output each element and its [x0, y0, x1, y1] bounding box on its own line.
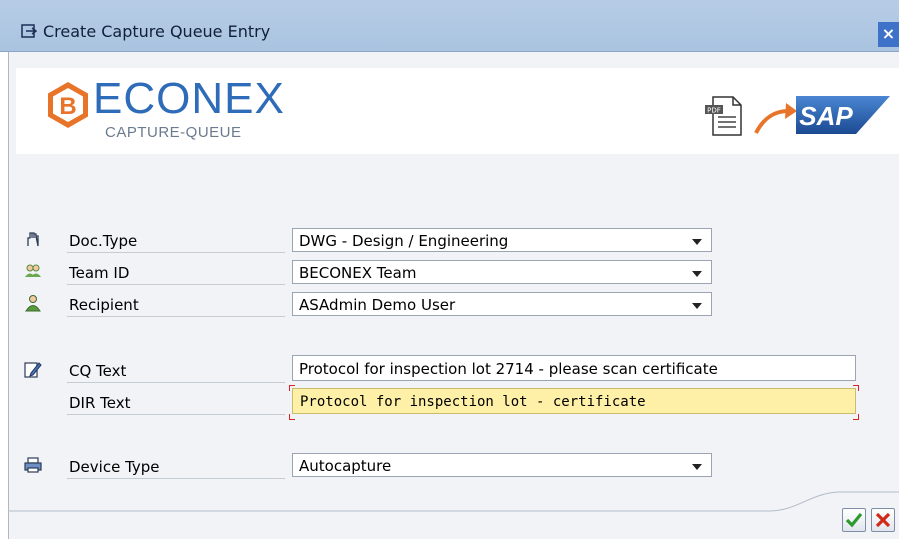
confirm-button[interactable]	[842, 508, 866, 532]
pdf-badge-label: PDF	[707, 107, 721, 115]
focus-corner	[853, 414, 859, 420]
label-divider	[67, 414, 285, 415]
close-button[interactable]: ×	[878, 22, 899, 47]
cq-text-value: Protocol for inspection lot 2714 - pleas…	[299, 360, 718, 378]
sap-logo-text: SAP	[799, 101, 853, 131]
user-icon	[25, 295, 41, 312]
team-id-dropdown[interactable]: BECONEX Team	[292, 260, 712, 284]
svg-text:B: B	[59, 93, 76, 120]
window-icon	[21, 24, 37, 38]
recipient-dropdown[interactable]: ASAdmin Demo User	[292, 292, 712, 316]
cancel-button[interactable]	[871, 508, 895, 532]
team-id-value: BECONEX Team	[299, 264, 417, 282]
pdf-document-icon: PDF	[705, 96, 742, 136]
checkmark-icon	[845, 512, 863, 528]
label-divider	[67, 284, 285, 285]
edit-icon	[24, 362, 42, 378]
dir-text-value: Protocol for inspection lot - certificat…	[300, 394, 646, 410]
dir-text-field: Protocol for inspection lot - certificat…	[292, 388, 856, 414]
chevron-down-icon	[692, 239, 702, 245]
cq-text-input[interactable]: Protocol for inspection lot 2714 - pleas…	[292, 355, 856, 381]
recipient-value: ASAdmin Demo User	[299, 296, 456, 314]
label-divider	[67, 316, 285, 317]
team-id-label: Team ID	[69, 264, 130, 282]
team-icon	[25, 264, 41, 277]
recipient-label: Recipient	[69, 296, 139, 314]
hand-icon	[27, 232, 39, 247]
label-divider	[67, 382, 285, 383]
dir-text-label: DIR Text	[69, 394, 131, 412]
printer-icon	[24, 457, 42, 473]
sap-logo: SAP	[796, 96, 890, 134]
logo-wordmark: ECONEX	[93, 74, 285, 123]
arrow-right-icon	[754, 103, 797, 134]
chevron-down-icon	[692, 271, 702, 277]
window-title-bar: Create Capture Queue Entry ×	[0, 0, 899, 52]
doc-type-dropdown[interactable]: DWG - Design / Engineering	[292, 228, 712, 252]
window-title: Create Capture Queue Entry	[43, 22, 271, 41]
doc-type-value: DWG - Design / Engineering	[299, 232, 509, 250]
close-icon: ×	[881, 24, 896, 43]
device-type-value: Autocapture	[299, 457, 392, 475]
cq-text-label: CQ Text	[69, 362, 127, 380]
focus-corner	[853, 385, 859, 391]
chevron-down-icon	[692, 464, 702, 470]
focus-corner	[289, 414, 295, 420]
logo-subtitle: CAPTURE-QUEUE	[105, 124, 242, 141]
doc-type-label: Doc.Type	[69, 232, 138, 250]
label-divider	[67, 252, 285, 253]
chevron-down-icon	[692, 303, 702, 309]
beconex-logo-icon: B	[48, 82, 88, 128]
footer-divider	[8, 491, 899, 512]
cancel-icon	[875, 512, 891, 528]
focus-corner	[289, 385, 295, 391]
